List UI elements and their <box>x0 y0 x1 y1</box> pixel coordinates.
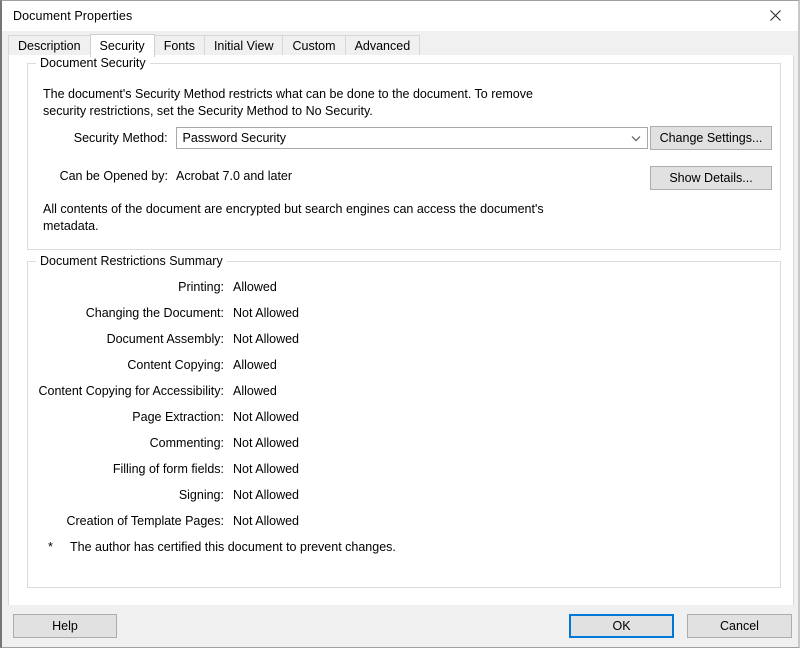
chevron-down-icon[interactable] <box>627 128 645 148</box>
tab-advanced[interactable]: Advanced <box>345 35 421 57</box>
can-be-opened-by-row: Can be Opened by: Acrobat 7.0 and later <box>28 169 292 183</box>
restriction-label: Content Copying for Accessibility: <box>28 384 233 398</box>
close-icon[interactable] <box>753 1 798 30</box>
security-method-select[interactable]: Password Security <box>176 127 648 149</box>
restriction-label: Document Assembly: <box>28 332 233 346</box>
tab-security[interactable]: Security <box>90 34 155 57</box>
restriction-value: Allowed <box>233 358 277 372</box>
can-be-opened-by-value: Acrobat 7.0 and later <box>176 169 292 183</box>
security-method-row: Security Method: Password Security <box>28 127 648 149</box>
restriction-row-printing: Printing: Allowed <box>28 280 780 306</box>
restriction-label: Printing: <box>28 280 233 294</box>
document-properties-dialog: Document Properties Description Security… <box>0 0 800 648</box>
can-be-opened-by-label: Can be Opened by: <box>28 169 176 183</box>
restrictions-list: Printing: Allowed Changing the Document:… <box>28 280 780 540</box>
restriction-row-document-assembly: Document Assembly: Not Allowed <box>28 332 780 358</box>
restriction-value: Allowed <box>233 384 277 398</box>
footnote-marker: * <box>48 540 70 554</box>
restriction-row-page-extraction: Page Extraction: Not Allowed <box>28 410 780 436</box>
security-method-label: Security Method: <box>28 131 176 145</box>
help-button[interactable]: Help <box>13 614 117 638</box>
restriction-value: Allowed <box>233 280 277 294</box>
restriction-value: Not Allowed <box>233 306 299 320</box>
restriction-label: Changing the Document: <box>28 306 233 320</box>
restriction-row-signing: Signing: Not Allowed <box>28 488 780 514</box>
ok-button[interactable]: OK <box>569 614 674 638</box>
restriction-row-content-copying-for-accessibility: Content Copying for Accessibility: Allow… <box>28 384 780 410</box>
cancel-button[interactable]: Cancel <box>687 614 792 638</box>
tab-initial-view[interactable]: Initial View <box>204 35 284 57</box>
tab-custom[interactable]: Custom <box>282 35 345 57</box>
document-security-group: Document Security The document's Securit… <box>27 63 781 250</box>
restriction-value: Not Allowed <box>233 436 299 450</box>
encryption-note: All contents of the document are encrypt… <box>43 201 563 235</box>
document-restrictions-group: Document Restrictions Summary Printing: … <box>27 261 781 588</box>
restriction-value: Not Allowed <box>233 514 299 528</box>
window-title: Document Properties <box>13 9 132 23</box>
restriction-label: Page Extraction: <box>28 410 233 424</box>
restriction-value: Not Allowed <box>233 488 299 502</box>
restriction-row-filling-of-form-fields: Filling of form fields: Not Allowed <box>28 462 780 488</box>
restriction-label: Creation of Template Pages: <box>28 514 233 528</box>
title-bar: Document Properties <box>2 1 798 31</box>
footnote-text: The author has certified this document t… <box>70 540 396 554</box>
security-tab-panel: Document Security The document's Securit… <box>8 55 794 607</box>
tab-fonts[interactable]: Fonts <box>154 35 205 57</box>
restriction-value: Not Allowed <box>233 462 299 476</box>
dialog-footer: Help OK Cancel <box>2 605 798 647</box>
tab-strip: Description Security Fonts Initial View … <box>8 33 792 57</box>
restriction-label: Signing: <box>28 488 233 502</box>
tab-description[interactable]: Description <box>8 35 91 57</box>
restriction-label: Content Copying: <box>28 358 233 372</box>
security-description: The document's Security Method restricts… <box>43 86 563 120</box>
restriction-label: Filling of form fields: <box>28 462 233 476</box>
security-method-value: Password Security <box>177 131 287 145</box>
restriction-value: Not Allowed <box>233 410 299 424</box>
restriction-value: Not Allowed <box>233 332 299 346</box>
restriction-row-commenting: Commenting: Not Allowed <box>28 436 780 462</box>
restriction-row-content-copying: Content Copying: Allowed <box>28 358 780 384</box>
show-details-button[interactable]: Show Details... <box>650 166 772 190</box>
restriction-label: Commenting: <box>28 436 233 450</box>
certification-footnote: * The author has certified this document… <box>48 540 396 554</box>
change-settings-button[interactable]: Change Settings... <box>650 126 772 150</box>
restriction-row-changing-the-document: Changing the Document: Not Allowed <box>28 306 780 332</box>
restriction-row-creation-of-template-pages: Creation of Template Pages: Not Allowed <box>28 514 780 540</box>
